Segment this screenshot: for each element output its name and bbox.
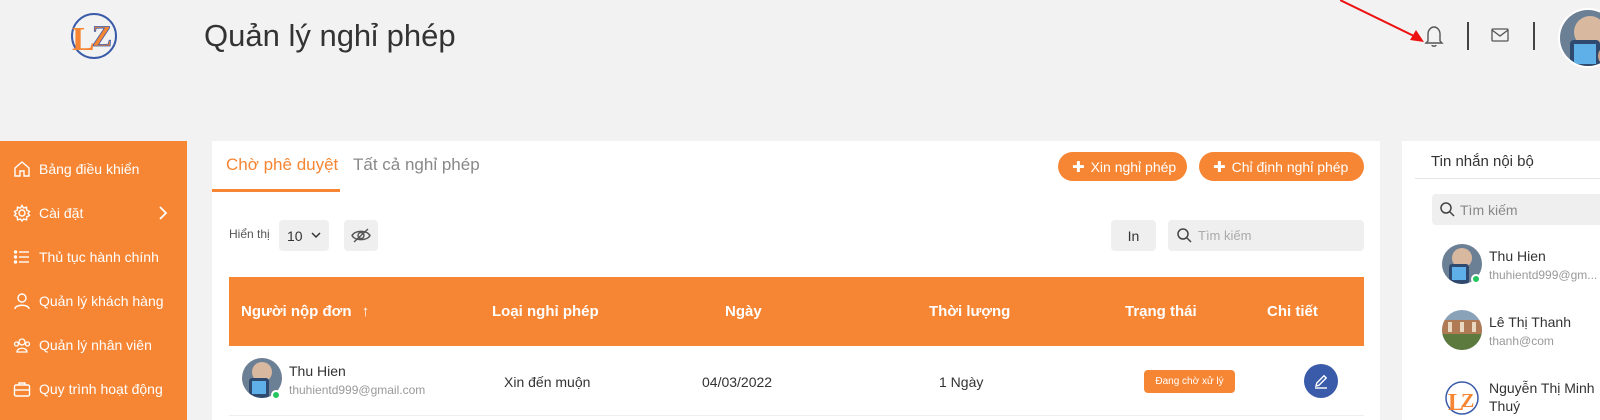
company-logo[interactable]: L Z (64, 10, 124, 64)
sidebar-item-settings[interactable]: Cài đặt (0, 193, 187, 233)
search-icon (1440, 202, 1455, 217)
contact-name: Nguyễn Thị Minh (1489, 380, 1595, 396)
chat-contact[interactable]: L Z Nguyễn Thị Minh Thuý (1442, 376, 1600, 420)
page-size-select[interactable]: 10 (279, 220, 329, 251)
bell-icon[interactable] (1423, 24, 1445, 48)
chat-contact[interactable]: Lê Thị Thanh thanh@com (1442, 310, 1600, 366)
contact-name: Thu Hien (1489, 248, 1546, 264)
chat-divider (1415, 178, 1600, 179)
date-cell: 04/03/2022 (702, 374, 773, 390)
column-header-status[interactable]: Trạng thái (1125, 303, 1197, 320)
avatar (1442, 310, 1482, 350)
sidebar-item-label: Quản lý nhân viên (39, 337, 152, 353)
header-divider (1533, 22, 1535, 50)
contact-email: thanh@com (1489, 334, 1554, 348)
list-icon (13, 250, 29, 264)
svg-text:Z: Z (1461, 390, 1474, 412)
sidebar-item-workflows[interactable]: Quy trình hoạt động (0, 369, 187, 409)
sidebar-item-label: Cài đặt (39, 205, 84, 221)
chat-contact[interactable]: Thu Hien thuhientd999@gm... (1442, 244, 1600, 300)
user-avatar[interactable] (1558, 8, 1600, 68)
edit-button[interactable] (1304, 364, 1338, 398)
svg-text:Z: Z (92, 20, 112, 53)
sidebar-item-label: Bảng điều khiển (39, 161, 140, 177)
duration-cell: 1 Ngày (939, 374, 984, 390)
search-input[interactable] (1198, 220, 1358, 251)
users-icon (13, 338, 31, 353)
chat-search-input[interactable] (1460, 194, 1600, 225)
toggle-columns-button[interactable] (344, 220, 378, 251)
sidebar-item-label: Quy trình hoạt động (39, 381, 163, 397)
contact-email: thuhientd999@gm... (1489, 268, 1598, 282)
leave-type-cell: Xin đến muộn (504, 374, 591, 390)
column-header-date[interactable]: Ngày (725, 303, 762, 320)
sidebar-item-label: Thủ tục hành chính (39, 249, 159, 265)
print-button[interactable]: In (1111, 220, 1156, 251)
table-search[interactable] (1168, 220, 1364, 251)
column-header-duration[interactable]: Thời lượng (929, 303, 1010, 320)
chevron-down-icon (311, 232, 321, 239)
avatar: L Z (1442, 376, 1482, 416)
column-header-leave-type[interactable]: Loại nghỉ phép (492, 303, 599, 320)
home-icon (14, 161, 30, 177)
tab-pending-approval[interactable]: Chờ phê duyệt (212, 141, 340, 192)
briefcase-icon (13, 382, 31, 397)
sidebar: Bảng điều khiển Cài đặt Thủ tục hành chí… (0, 141, 187, 420)
table-header: Người nộp đơn ↑ Loại nghỉ phép Ngày Thời… (229, 277, 1364, 346)
column-header-detail[interactable]: Chi tiết (1267, 303, 1318, 320)
chat-search[interactable] (1432, 194, 1600, 225)
user-icon (14, 293, 30, 310)
mail-icon[interactable] (1491, 27, 1509, 43)
gear-icon (13, 204, 31, 222)
contact-name-line2: Thuý (1489, 398, 1521, 414)
internal-chat-panel: Tin nhắn nội bộ Thu Hien thuhientd999@gm… (1402, 141, 1600, 420)
sidebar-item-employees[interactable]: Quản lý nhân viên (0, 325, 187, 365)
contact-name: Lê Thị Thanh (1489, 314, 1571, 330)
pencil-icon (1315, 374, 1328, 389)
annotation-arrow (1340, 0, 1424, 42)
header-divider (1467, 22, 1469, 50)
applicant-name: Thu Hien (289, 363, 346, 379)
online-status-dot (271, 390, 281, 400)
chevron-right-icon (159, 206, 168, 220)
tab-all-leaves[interactable]: Tất cả nghỉ phép (353, 155, 480, 193)
online-status-dot (1471, 274, 1481, 284)
status-badge: Đang chờ xử lý (1144, 370, 1235, 393)
search-icon (1177, 228, 1192, 243)
sort-asc-icon: ↑ (361, 303, 370, 320)
chat-title: Tin nhắn nội bộ (1431, 153, 1534, 170)
plus-icon: ✚ (1213, 158, 1226, 176)
applicant-email: thuhientd999@gmail.com (289, 383, 426, 397)
eye-off-icon (351, 228, 371, 243)
page-size-label: Hiển thị (229, 227, 270, 241)
column-header-applicant[interactable]: Người nộp đơn ↑ (241, 303, 369, 320)
sidebar-item-dashboard[interactable]: Bảng điều khiển (0, 149, 187, 189)
plus-icon: ✚ (1072, 158, 1085, 176)
table-row: Thu Hien thuhientd999@gmail.com Xin đến … (229, 346, 1364, 416)
leave-management-card: Chờ phê duyệt Tất cả nghỉ phép ✚ Xin ngh… (212, 141, 1380, 420)
sidebar-item-customers[interactable]: Quản lý khách hàng (0, 281, 187, 321)
page-title: Quản lý nghỉ phép (204, 18, 456, 53)
request-leave-button[interactable]: ✚ Xin nghỉ phép (1058, 152, 1187, 181)
sidebar-item-admin-procedures[interactable]: Thủ tục hành chính (0, 237, 187, 277)
sidebar-item-label: Quản lý khách hàng (39, 293, 164, 309)
assign-leave-button[interactable]: ✚ Chỉ định nghỉ phép (1199, 152, 1364, 181)
